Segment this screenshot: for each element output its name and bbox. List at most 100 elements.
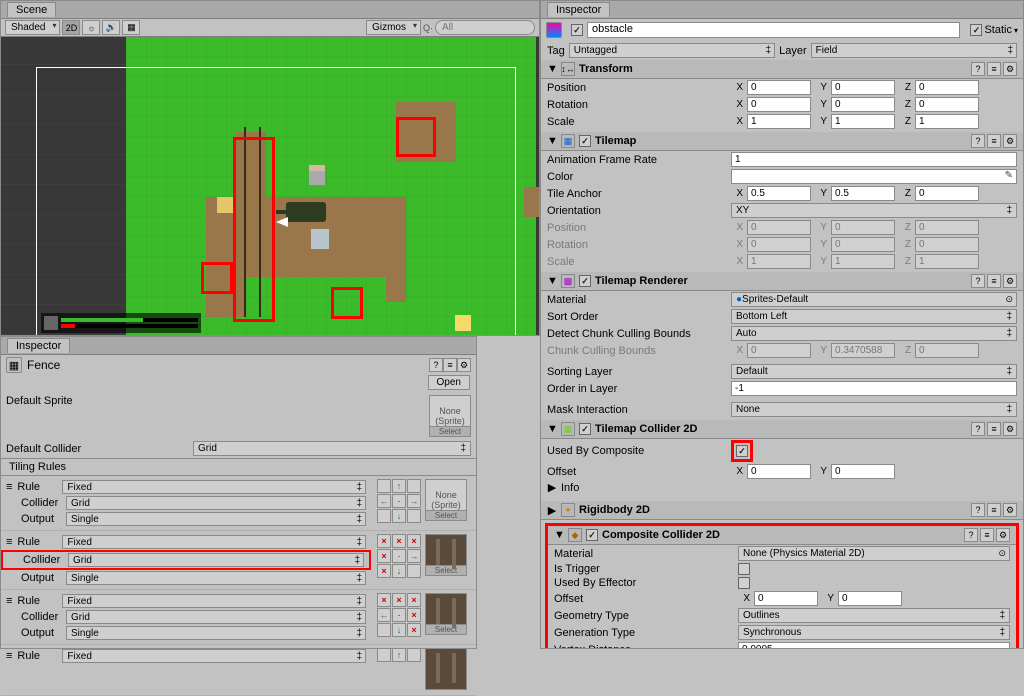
is-trigger-checkbox[interactable]: [738, 563, 750, 575]
tilemap-header[interactable]: ▼ ▦ Tilemap ?≡⚙: [541, 132, 1023, 151]
docs-icon[interactable]: ?: [971, 274, 985, 288]
order-in-layer-input[interactable]: [731, 381, 1017, 396]
rule-mode-dropdown[interactable]: Fixed: [62, 535, 366, 549]
used-by-effector-checkbox[interactable]: [738, 577, 750, 589]
composite-offset-y-input[interactable]: [838, 591, 902, 606]
scale-x-input[interactable]: [747, 114, 811, 129]
sort-order-dropdown[interactable]: Bottom Left: [731, 309, 1017, 324]
geometry-type-dropdown[interactable]: Outlines: [738, 608, 1010, 623]
audio-toggle-icon[interactable]: 🔊: [102, 20, 120, 35]
rule-sprite-slot[interactable]: None (Sprite) Select: [425, 479, 467, 521]
tilemap-collider-enabled-checkbox[interactable]: [579, 423, 591, 435]
shading-mode-dropdown[interactable]: Shaded: [5, 20, 60, 35]
rotation-x-input[interactable]: [747, 97, 811, 112]
preset-icon[interactable]: ≡: [980, 528, 994, 542]
docs-icon[interactable]: ?: [971, 422, 985, 436]
gameobject-active-toggle[interactable]: [571, 24, 583, 36]
lighting-toggle-icon[interactable]: ☼: [82, 20, 100, 35]
docs-icon[interactable]: ?: [971, 62, 985, 76]
preset-icon[interactable]: ≡: [987, 134, 1001, 148]
generation-type-dropdown[interactable]: Synchronous: [738, 625, 1010, 640]
foldout-icon[interactable]: ▶: [547, 504, 557, 517]
gizmos-dropdown[interactable]: Gizmos: [366, 20, 421, 35]
rotation-y-input[interactable]: [831, 97, 895, 112]
select-label[interactable]: Select: [430, 426, 470, 436]
rule-sprite-slot[interactable]: Select: [425, 534, 467, 576]
info-foldout-icon[interactable]: ▶: [547, 481, 557, 494]
output-dropdown[interactable]: Single: [66, 571, 366, 585]
orientation-dropdown[interactable]: XY: [731, 203, 1017, 218]
detect-culling-dropdown[interactable]: Auto: [731, 326, 1017, 341]
preset-icon[interactable]: ≡: [987, 62, 1001, 76]
effects-toggle-icon[interactable]: ▦: [122, 20, 140, 35]
neighbor-grid[interactable]: ↑ ←·→ ↓: [377, 479, 421, 523]
drag-handle-icon[interactable]: ≡: [6, 595, 12, 607]
default-collider-dropdown[interactable]: Grid: [193, 441, 471, 456]
gameobject-icon[interactable]: [546, 22, 562, 38]
docs-icon[interactable]: ?: [971, 503, 985, 517]
tilemap-collider-header[interactable]: ▼ ▦ Tilemap Collider 2D ?≡⚙: [541, 420, 1023, 439]
layer-dropdown[interactable]: Field: [811, 43, 1017, 58]
neighbor-grid[interactable]: ××× ×·→ ×↓: [377, 534, 421, 578]
tilemap-color-field[interactable]: [731, 169, 1017, 184]
scale-y-input[interactable]: [831, 114, 895, 129]
tilemap-renderer-enabled-checkbox[interactable]: [579, 275, 591, 287]
rule-mode-dropdown[interactable]: Fixed: [62, 649, 366, 663]
used-by-composite-checkbox[interactable]: [736, 445, 748, 457]
mask-interaction-dropdown[interactable]: None: [731, 402, 1017, 417]
default-sprite-slot[interactable]: None (Sprite) Select: [429, 395, 471, 437]
gear-icon[interactable]: ⚙: [1003, 503, 1017, 517]
preset-icon[interactable]: ≡: [987, 274, 1001, 288]
tile-anchor-x-input[interactable]: [747, 186, 811, 201]
neighbor-grid[interactable]: ↑: [377, 648, 421, 692]
tilemap-renderer-header[interactable]: ▼ ▩ Tilemap Renderer ?≡⚙: [541, 272, 1023, 291]
foldout-icon[interactable]: ▼: [547, 275, 557, 287]
vertex-distance-input[interactable]: [738, 642, 1010, 649]
rule-sprite-slot[interactable]: Select: [425, 593, 467, 635]
output-dropdown[interactable]: Single: [66, 512, 366, 526]
inspector-tab[interactable]: Inspector: [547, 2, 610, 17]
gear-icon[interactable]: ⚙: [1003, 134, 1017, 148]
scene-search-input[interactable]: [435, 20, 535, 35]
foldout-icon[interactable]: ▼: [554, 529, 564, 541]
docs-icon[interactable]: ?: [429, 358, 443, 372]
position-z-input[interactable]: [915, 80, 979, 95]
gear-icon[interactable]: ⚙: [1003, 422, 1017, 436]
tilemap-enabled-checkbox[interactable]: [579, 135, 591, 147]
foldout-icon[interactable]: ▼: [547, 135, 557, 147]
scale-z-input[interactable]: [915, 114, 979, 129]
collider-dropdown[interactable]: Grid: [68, 553, 364, 567]
gear-icon[interactable]: ⚙: [1003, 274, 1017, 288]
collider-offset-x-input[interactable]: [747, 464, 811, 479]
gear-icon[interactable]: ⚙: [457, 358, 471, 372]
foldout-icon[interactable]: ▼: [547, 63, 557, 75]
toggle-2d-button[interactable]: 2D: [62, 20, 80, 35]
preset-icon[interactable]: ≡: [443, 358, 457, 372]
drag-handle-icon[interactable]: ≡: [6, 481, 12, 493]
collider-dropdown[interactable]: Grid: [66, 496, 366, 510]
drag-handle-icon[interactable]: ≡: [6, 536, 12, 548]
static-dropdown-arrow-icon[interactable]: ▾: [1014, 26, 1018, 35]
tile-anchor-y-input[interactable]: [831, 186, 895, 201]
drag-handle-icon[interactable]: ≡: [6, 650, 12, 662]
preset-icon[interactable]: ≡: [987, 422, 1001, 436]
composite-collider-header[interactable]: ▼ ◆ Composite Collider 2D ?≡⚙: [548, 526, 1016, 545]
material-field[interactable]: ● Sprites-Default: [731, 292, 1017, 307]
rule-inspector-tab[interactable]: Inspector: [7, 338, 70, 353]
docs-icon[interactable]: ?: [964, 528, 978, 542]
rigidbody-header[interactable]: ▶ ✦ Rigidbody 2D ?≡⚙: [541, 501, 1023, 520]
physics-material-field[interactable]: None (Physics Material 2D): [738, 546, 1010, 561]
static-checkbox[interactable]: [970, 24, 982, 36]
transform-header[interactable]: ▼ ↕↔ Transform ?≡⚙: [541, 60, 1023, 79]
tile-anchor-z-input[interactable]: [915, 186, 979, 201]
position-x-input[interactable]: [747, 80, 811, 95]
docs-icon[interactable]: ?: [971, 134, 985, 148]
composite-offset-x-input[interactable]: [754, 591, 818, 606]
gear-icon[interactable]: ⚙: [996, 528, 1010, 542]
tag-dropdown[interactable]: Untagged: [569, 43, 775, 58]
collider-offset-y-input[interactable]: [831, 464, 895, 479]
scene-tab[interactable]: Scene: [7, 2, 56, 17]
collider-dropdown[interactable]: Grid: [66, 610, 366, 624]
composite-collider-enabled-checkbox[interactable]: [586, 529, 598, 541]
rule-mode-dropdown[interactable]: Fixed: [62, 480, 366, 494]
